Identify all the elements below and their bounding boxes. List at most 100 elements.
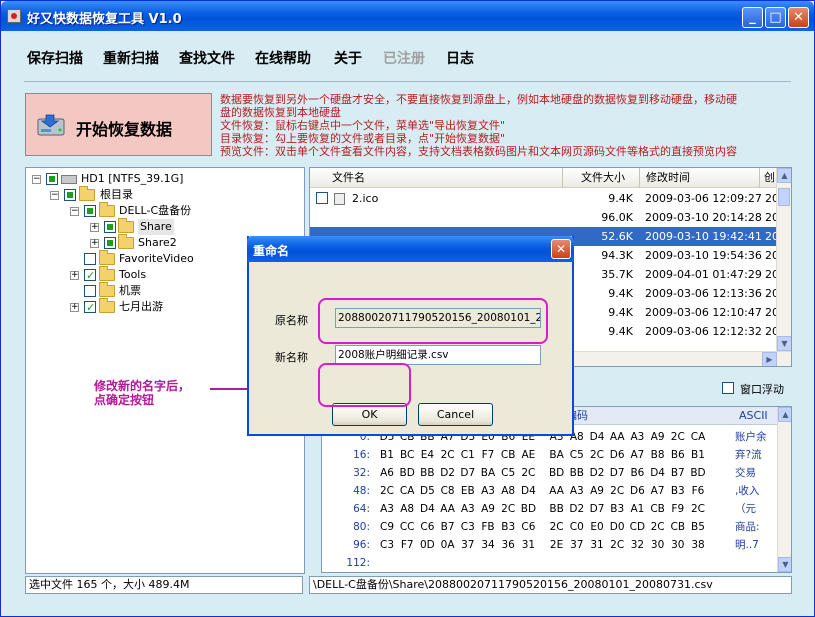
hex-byte: D6 [630, 485, 645, 497]
tree-checkbox[interactable] [84, 205, 96, 217]
tree-expander[interactable]: + [90, 223, 99, 232]
hex-row[interactable]: 80: C9 CC C6 B7 C3 FB B3 C6 2C C0 E0 D0 CD 2C CB B5 商品: [322, 518, 777, 536]
hex-byte: C3 [460, 521, 475, 533]
hex-byte: A9 [590, 485, 604, 497]
file-modified: 2009-03-10 20:14:28 [645, 211, 762, 224]
main-window: 好又快数据恢复工具 V1.0 _ □ ✕ 保存扫描 重新扫描 查找文件 在线帮助… [0, 0, 815, 617]
column-header-modified[interactable]: 修改时间 [640, 168, 760, 188]
tree-checkbox[interactable] [104, 221, 116, 233]
tree-checkbox[interactable] [84, 253, 96, 265]
hex-byte: B6 [630, 467, 645, 479]
file-row[interactable]: 96.0K 2009-03-10 20:14:28 20 [310, 208, 779, 227]
hex-byte: CC [399, 521, 415, 533]
hex-byte: F9 [671, 503, 685, 515]
hex-byte: A7 [630, 449, 645, 461]
row-checkbox[interactable] [316, 192, 328, 204]
menu-find-file[interactable]: 查找文件 [179, 48, 235, 68]
hex-byte: D7 [460, 467, 476, 479]
float-window-checkbox[interactable] [722, 382, 734, 394]
new-name-highlight [318, 298, 548, 344]
tree-item-root[interactable]: − 根目录 [26, 186, 296, 203]
hex-byte: 31 [590, 539, 604, 551]
tree-expander[interactable]: + [90, 239, 99, 248]
tree-item-hd1[interactable]: − HD1 [NTFS_39.1G] [26, 171, 296, 187]
hex-row[interactable]: 48: 2C CA D5 C8 EB A3 A8 D4 AA A3 A9 2C D6 A7 B3 F6 ,收入 [322, 482, 777, 500]
file-modified: 2009-03-06 12:12:32 [645, 325, 762, 338]
tree-checkbox[interactable] [104, 237, 116, 249]
tree-checkbox[interactable] [46, 173, 58, 185]
hex-ascii: 商品: [735, 521, 760, 533]
tree-checkbox[interactable] [64, 189, 76, 201]
start-recovery-button[interactable]: 开始恢复数据 [25, 93, 212, 156]
minimize-button[interactable]: _ [742, 7, 763, 28]
tree-expander[interactable]: − [32, 175, 41, 184]
hex-row[interactable]: 32: A6 BD BB D2 D7 BA C5 2C BD BB D2 D7 B6 D4 B7 BD 交易 [322, 464, 777, 482]
tree-item-dell-backup[interactable]: − DELL-C盘备份 [26, 202, 296, 219]
drive-icon [61, 175, 77, 184]
hex-byte: 36 [501, 539, 515, 551]
tree-checkbox[interactable] [84, 268, 96, 284]
hex-byte: B1 [380, 449, 394, 461]
new-name-input[interactable]: 2008账户明细记录.csv [335, 345, 541, 365]
hex-byte: D2 [589, 467, 605, 479]
menu-save-scan[interactable]: 保存扫描 [27, 48, 83, 68]
maximize-button[interactable]: □ [765, 7, 786, 28]
column-header-size[interactable]: 文件大小 [563, 168, 640, 188]
hex-ascii: ,收入 [735, 485, 760, 497]
hex-byte: E0 [590, 521, 604, 533]
note-line: 预览文件：双击单个文件查看文件内容，支持文档表格数码图片和文本网页源码文件等格式… [220, 145, 737, 158]
tree-expander[interactable]: − [70, 207, 79, 216]
status-selection: 选中文件 165 个，大小 489.4M [25, 576, 303, 594]
tree-item-share[interactable]: + Share [26, 218, 296, 235]
hex-byte: 0D [420, 539, 435, 551]
tree-item-label: HD1 [NTFS_39.1G] [81, 172, 184, 185]
hex-byte: F6 [691, 485, 705, 497]
tree-checkbox[interactable] [84, 300, 96, 316]
file-list-vscroll[interactable]: ▲ ▼ [776, 168, 791, 351]
hex-byte: AA [609, 431, 625, 443]
scroll-down-icon[interactable]: ▼ [778, 557, 791, 572]
hex-row[interactable]: 16: B1 BC E4 2C C1 F7 CB AE BA C5 2C D6 A7 B8 B6 B1 弃?流 [322, 446, 777, 464]
menu-online-help[interactable]: 在线帮助 [255, 48, 311, 68]
menu-log[interactable]: 日志 [446, 48, 474, 68]
hex-byte: C3 [379, 539, 394, 551]
hex-byte: A3 [569, 485, 584, 497]
tree-expander[interactable]: + [70, 303, 79, 312]
hex-byte: D4 [420, 503, 435, 515]
annotation-line: 点确定按钮 [94, 393, 155, 407]
file-row[interactable]: 2.ico 9.4K 2009-03-06 12:09:27 20 [310, 189, 779, 208]
hex-byte: B3 [670, 485, 685, 497]
hex-ascii: （元 [735, 503, 756, 515]
menu-rescan[interactable]: 重新扫描 [103, 48, 159, 68]
tree-expander[interactable]: − [50, 191, 59, 200]
tree-expander[interactable]: + [70, 271, 79, 280]
hex-vscroll[interactable]: ▲ ▼ [777, 407, 791, 572]
cancel-button[interactable]: Cancel [418, 403, 493, 426]
title-bar[interactable]: 好又快数据恢复工具 V1.0 _ □ ✕ [1, 1, 814, 31]
menu-registered: 已注册 [383, 51, 425, 67]
close-button[interactable]: ✕ [788, 7, 809, 28]
app-icon[interactable] [7, 9, 21, 23]
scroll-thumb[interactable] [778, 188, 790, 206]
menu-about[interactable]: 关于 [334, 48, 362, 68]
scroll-right-icon[interactable]: ▶ [762, 352, 777, 366]
hex-byte: AA [549, 485, 564, 497]
hex-row[interactable]: 64: A3 A8 D4 AA A3 A9 2C BD BB D2 D7 B3 A1 CB F9 2C （元 [322, 500, 777, 518]
rename-dialog-titlebar[interactable]: 重命名 ✕ [247, 236, 574, 262]
hex-ascii: 账户余 [735, 431, 767, 443]
folder-icon [99, 298, 115, 313]
tree-item-label: Share2 [138, 236, 177, 249]
column-header-name[interactable]: 文件名 [310, 168, 563, 188]
hex-row[interactable]: 112: [322, 554, 777, 572]
rename-dialog-close-icon[interactable]: ✕ [551, 239, 571, 259]
hex-byte: 2C [549, 521, 564, 533]
hex-byte: A8 [501, 485, 516, 497]
scroll-down-icon[interactable]: ▼ [777, 336, 791, 351]
scroll-up-icon[interactable]: ▲ [778, 407, 791, 422]
hex-byte: BA [549, 449, 564, 461]
hex-byte: C5 [501, 467, 516, 479]
tree-checkbox[interactable] [84, 285, 96, 297]
hex-row[interactable]: 96: C3 F7 0D 0A 37 34 36 31 2E 37 31 2C 32 30 30 38 明..7 [322, 536, 777, 554]
hex-byte: CD [629, 521, 646, 533]
scroll-up-icon[interactable]: ▲ [777, 168, 791, 183]
